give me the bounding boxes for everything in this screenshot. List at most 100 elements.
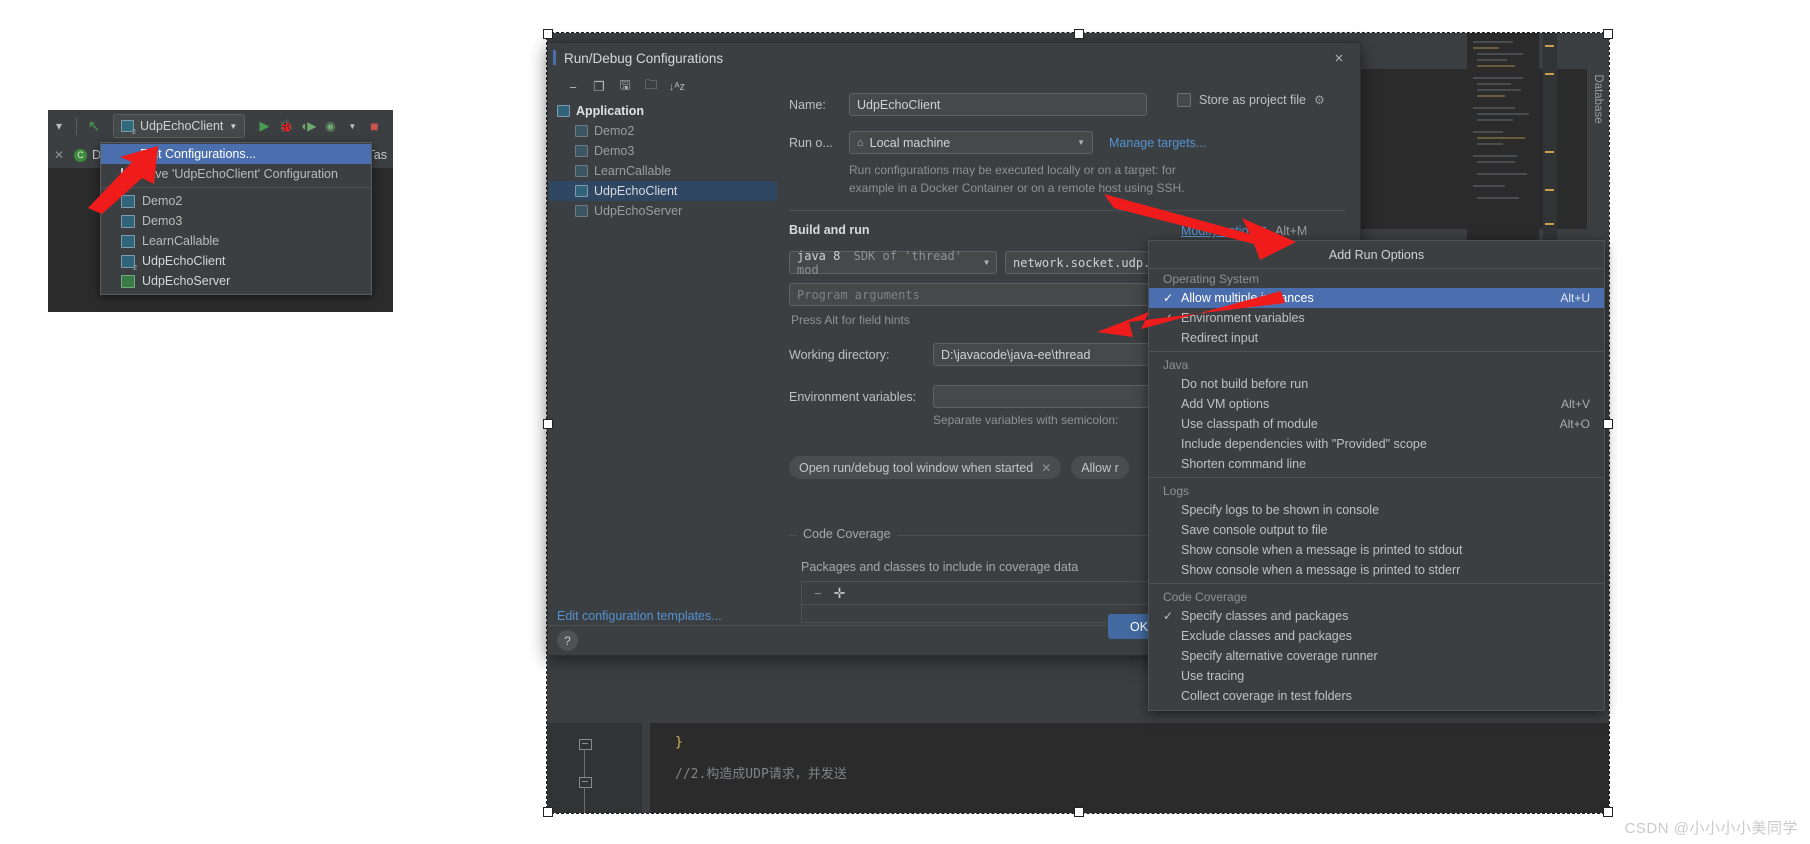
app-config-icon bbox=[121, 234, 135, 248]
tool-window-database-tab[interactable]: Database bbox=[1587, 33, 1609, 273]
close-icon[interactable]: ✕ bbox=[48, 148, 70, 162]
tree-item-demo3[interactable]: Demo3 bbox=[549, 141, 777, 161]
save-icon bbox=[121, 168, 133, 180]
copy-icon[interactable]: ❐ bbox=[587, 76, 611, 98]
option-use-tracing[interactable]: Use tracing bbox=[1149, 666, 1604, 686]
run-coverage-icon[interactable]: ◖▶ bbox=[297, 115, 319, 137]
sort-icon[interactable]: ↓ᴬz bbox=[665, 76, 689, 98]
run-on-help-line-2: example in a Docker Container or on a re… bbox=[849, 181, 1185, 195]
tree-item-learncallable[interactable]: LearnCallable bbox=[549, 161, 777, 181]
toolbar-divider bbox=[76, 117, 77, 135]
option-label: Collect coverage in test folders bbox=[1181, 689, 1352, 703]
help-button[interactable]: ? bbox=[557, 630, 578, 651]
options-group-logs: Logs bbox=[1163, 483, 1190, 498]
tree-item-udpechoclient[interactable]: UdpEchoClient bbox=[549, 181, 777, 201]
check-icon: ✓ bbox=[1163, 609, 1174, 623]
jdk-select[interactable]: java 8 SDK of 'thread' mod ▼ bbox=[789, 249, 997, 277]
menu-item-label: Edit Configurations... bbox=[140, 147, 257, 161]
debug-icon[interactable]: 🐞 bbox=[275, 115, 297, 137]
manage-targets-link[interactable]: Manage targets... bbox=[1109, 136, 1206, 150]
option-environment-variables[interactable]: ✓ Environment variables bbox=[1149, 308, 1604, 328]
option-show-console-stderr[interactable]: Show console when a message is printed t… bbox=[1149, 560, 1604, 580]
folder-add-icon[interactable]: 🗀 bbox=[639, 76, 663, 98]
option-add-vm-options[interactable]: Add VM options Alt+V bbox=[1149, 394, 1604, 414]
menu-item-label: Demo3 bbox=[142, 214, 183, 228]
app-config-icon bbox=[575, 145, 588, 157]
stop-icon[interactable]: ■ bbox=[363, 115, 385, 137]
run-on-value: Local machine bbox=[869, 135, 951, 150]
check-icon: ✓ bbox=[1163, 291, 1174, 305]
menu-item-label: LearnCallable bbox=[142, 234, 220, 248]
menu-item-demo2[interactable]: Demo2 bbox=[101, 191, 371, 211]
add-run-options-menu[interactable]: Add Run Options Operating System ✓ Allow… bbox=[1148, 240, 1605, 711]
run-on-help-line-1: Run configurations may be executed local… bbox=[849, 163, 1176, 177]
run-toolbar: ▾ ↖ UdpEchoClient ▼ ▶ 🐞 ◖▶ ◉ ▼ ■ bbox=[48, 110, 393, 142]
run-configuration-selector[interactable]: UdpEchoClient ▼ bbox=[113, 114, 246, 138]
option-label: Do not build before run bbox=[1181, 377, 1309, 391]
menu-item-udpechoserver[interactable]: UdpEchoServer bbox=[101, 271, 371, 291]
option-shorten-command-line[interactable]: Shorten command line bbox=[1149, 454, 1604, 474]
tree-item-udpechoserver[interactable]: UdpEchoServer bbox=[549, 201, 777, 221]
tree-root-label: Application bbox=[576, 104, 645, 118]
option-collect-coverage-in-test-folders[interactable]: Collect coverage in test folders bbox=[1149, 686, 1604, 706]
close-icon[interactable]: × bbox=[1330, 49, 1348, 67]
option-redirect-input[interactable]: Redirect input bbox=[1149, 328, 1604, 348]
profile-icon[interactable]: ◉ bbox=[319, 115, 341, 137]
close-icon[interactable]: ✕ bbox=[1041, 461, 1051, 475]
chip-open-tool-window[interactable]: Open run/debug tool window when started … bbox=[789, 456, 1062, 479]
modify-options-link[interactable]: Modify options bbox=[1181, 224, 1262, 238]
option-use-classpath-of-module[interactable]: Use classpath of module Alt+O bbox=[1149, 414, 1604, 434]
editor-code-bottom[interactable]: } //2.构造成UDP请求，并发送 bbox=[547, 723, 1609, 813]
chevron-down-icon[interactable]: ▾ bbox=[48, 115, 70, 137]
menu-item-save-configuration[interactable]: Save 'UdpEchoClient' Configuration bbox=[101, 164, 371, 184]
save-icon[interactable]: 🖫 bbox=[613, 76, 637, 98]
option-show-console-stdout[interactable]: Show console when a message is printed t… bbox=[1149, 540, 1604, 560]
options-group-code-coverage: Code Coverage bbox=[1163, 589, 1248, 604]
option-specify-logs[interactable]: Specify logs to be shown in console bbox=[1149, 500, 1604, 520]
option-save-console-output[interactable]: Save console output to file bbox=[1149, 520, 1604, 540]
store-as-project-file-checkbox[interactable] bbox=[1177, 93, 1191, 107]
store-as-project-file-row[interactable]: Store as project file ⚙ bbox=[1177, 93, 1325, 107]
tree-item-demo2[interactable]: Demo2 bbox=[549, 121, 777, 141]
option-specify-alternative-coverage-runner[interactable]: Specify alternative coverage runner bbox=[1149, 646, 1604, 666]
option-specify-classes-and-packages[interactable]: ✓ Specify classes and packages bbox=[1149, 606, 1604, 626]
option-do-not-build-before-run[interactable]: Do not build before run bbox=[1149, 374, 1604, 394]
fold-marker-icon[interactable] bbox=[579, 777, 592, 788]
run-icon[interactable]: ▶ bbox=[253, 115, 275, 137]
chevron-down-icon: ▼ bbox=[984, 258, 989, 267]
option-shortcut: Alt+U bbox=[1560, 291, 1590, 305]
code-line-comment: //2.构造成UDP请求，并发送 bbox=[675, 767, 847, 782]
remove-icon[interactable]: − bbox=[814, 586, 822, 601]
app-config-icon bbox=[575, 185, 588, 197]
edit-configuration-templates-link[interactable]: Edit configuration templates... bbox=[557, 609, 722, 623]
option-label: Use classpath of module bbox=[1181, 417, 1318, 431]
build-hammer-icon[interactable]: ↖ bbox=[83, 115, 105, 137]
database-tab-label: Database bbox=[1592, 74, 1604, 124]
name-input[interactable]: UdpEchoClient bbox=[849, 93, 1147, 116]
option-exclude-classes-and-packages[interactable]: Exclude classes and packages bbox=[1149, 626, 1604, 646]
menu-item-udpechoclient[interactable]: UdpEchoClient bbox=[101, 251, 371, 272]
options-group-operating-system: Operating System bbox=[1163, 271, 1260, 286]
chevron-down-icon[interactable]: ▼ bbox=[1259, 224, 1268, 234]
option-include-dependencies-provided-scope[interactable]: Include dependencies with "Provided" sco… bbox=[1149, 434, 1604, 454]
fold-marker-icon[interactable] bbox=[579, 739, 592, 750]
menu-item-edit-configurations[interactable]: Edit Configurations... bbox=[101, 144, 371, 164]
add-icon[interactable]: ✛ bbox=[834, 585, 846, 602]
tree-item-label: Demo2 bbox=[594, 124, 635, 138]
option-label: Show console when a message is printed t… bbox=[1181, 543, 1463, 557]
chevron-down-icon[interactable]: ▼ bbox=[341, 115, 363, 137]
dialog-title: Run/Debug Configurations bbox=[564, 50, 724, 66]
tree-root-application[interactable]: Application bbox=[549, 101, 777, 121]
remove-icon[interactable]: − bbox=[561, 76, 585, 98]
menu-item-demo3[interactable]: Demo3 bbox=[101, 211, 371, 231]
options-group-java: Java bbox=[1163, 357, 1189, 372]
editor-error-stripe[interactable] bbox=[1543, 33, 1557, 273]
editor-minimap[interactable] bbox=[1467, 33, 1539, 273]
chip-allow-multiple-instances[interactable]: Allow r bbox=[1071, 456, 1129, 479]
chevron-down-icon: ▼ bbox=[1077, 138, 1085, 147]
gear-icon[interactable]: ⚙ bbox=[1314, 93, 1325, 107]
run-configuration-dropdown-menu[interactable]: Edit Configurations... Save 'UdpEchoClie… bbox=[100, 142, 372, 295]
menu-item-learncallable[interactable]: LearnCallable bbox=[101, 231, 371, 251]
option-allow-multiple-instances[interactable]: ✓ Allow multiple instances Alt+U bbox=[1149, 288, 1604, 308]
run-on-select[interactable]: ⌂ Local machine ▼ bbox=[849, 131, 1093, 154]
